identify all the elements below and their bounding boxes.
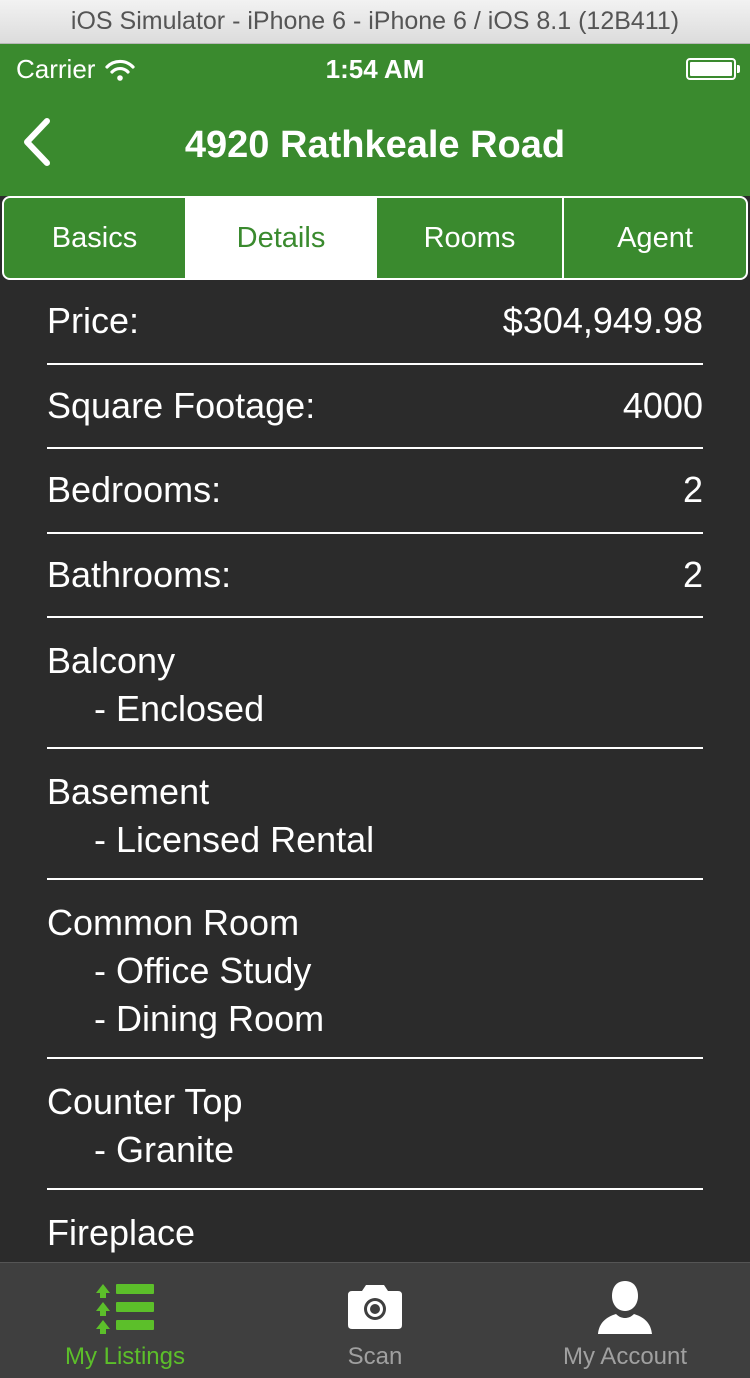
tab-my-listings[interactable]: My Listings	[0, 1263, 250, 1378]
price-value: $304,949.98	[502, 300, 703, 342]
camera-icon	[348, 1285, 402, 1329]
tab-details[interactable]: Details	[187, 198, 377, 278]
feature-fireplace: Fireplace	[47, 1190, 703, 1262]
tab-label: Agent	[617, 221, 693, 254]
tab-bar-label: My Listings	[64, 1343, 186, 1370]
feature-item: - Enclosed	[94, 688, 265, 729]
feature-common-room: Common Room - Office Study - Dining Room	[47, 880, 703, 1059]
tab-my-account[interactable]: My Account	[500, 1263, 750, 1378]
feature-balcony: Balcony - Enclosed	[47, 618, 703, 749]
tab-bar-label: Scan	[347, 1343, 403, 1370]
navigation-bar: 4920 Rathkeale Road	[0, 96, 750, 192]
feature-basement: Basement - Licensed Rental	[47, 749, 703, 880]
tab-label: Rooms	[423, 221, 516, 254]
feature-item: - Granite	[94, 1129, 235, 1170]
header: Carrier 1:54 AM 4920 Rathkeale Road	[0, 44, 750, 196]
feature-item: - Dining Room	[94, 998, 325, 1039]
simulator-title-bar: iOS Simulator - iPhone 6 - iPhone 6 / iO…	[0, 0, 750, 44]
square-footage-value: 4000	[622, 384, 703, 426]
square-footage-label: Square Footage:	[47, 384, 316, 426]
feature-name: Counter Top	[47, 1081, 243, 1122]
tab-bar: My Listings Scan My Account	[0, 1262, 750, 1378]
segmented-control: Basics Details Rooms Agent	[2, 196, 748, 280]
feature-item: - Office Study	[94, 950, 312, 991]
bathrooms-label: Bathrooms:	[47, 553, 232, 595]
price-row: Price: $304,949.98	[47, 280, 703, 365]
feature-item: - Licensed Rental	[94, 819, 375, 860]
tab-agent[interactable]: Agent	[564, 198, 746, 278]
page-title: 4920 Rathkeale Road	[184, 124, 566, 166]
tab-scan[interactable]: Scan	[250, 1263, 500, 1378]
tab-label: Details	[236, 221, 326, 254]
battery-icon	[686, 58, 740, 80]
feature-counter-top: Counter Top - Granite	[47, 1059, 703, 1190]
list-icon	[96, 1284, 154, 1334]
bedrooms-value: 2	[682, 469, 703, 511]
tab-label: Basics	[51, 221, 138, 254]
bedrooms-label: Bedrooms:	[47, 469, 222, 511]
bedrooms-row: Bedrooms: 2	[47, 449, 703, 534]
simulator-title: iOS Simulator - iPhone 6 - iPhone 6 / iO…	[70, 7, 680, 35]
person-icon	[598, 1281, 652, 1334]
feature-name: Common Room	[47, 902, 300, 943]
tab-basics[interactable]: Basics	[4, 198, 187, 278]
bathrooms-value: 2	[682, 553, 703, 595]
tab-rooms[interactable]: Rooms	[377, 198, 564, 278]
status-time: 1:54 AM	[325, 54, 425, 84]
square-footage-row: Square Footage: 4000	[47, 365, 703, 449]
feature-name: Fireplace	[47, 1212, 196, 1253]
feature-name: Basement	[47, 771, 210, 812]
bathrooms-row: Bathrooms: 2	[47, 534, 703, 618]
price-label: Price:	[47, 300, 140, 342]
feature-name: Balcony	[47, 640, 176, 681]
status-bar: Carrier 1:54 AM	[0, 44, 750, 96]
tab-bar-label: My Account	[562, 1343, 688, 1370]
details-list[interactable]: Price: $304,949.98 Square Footage: 4000 …	[0, 280, 750, 1262]
